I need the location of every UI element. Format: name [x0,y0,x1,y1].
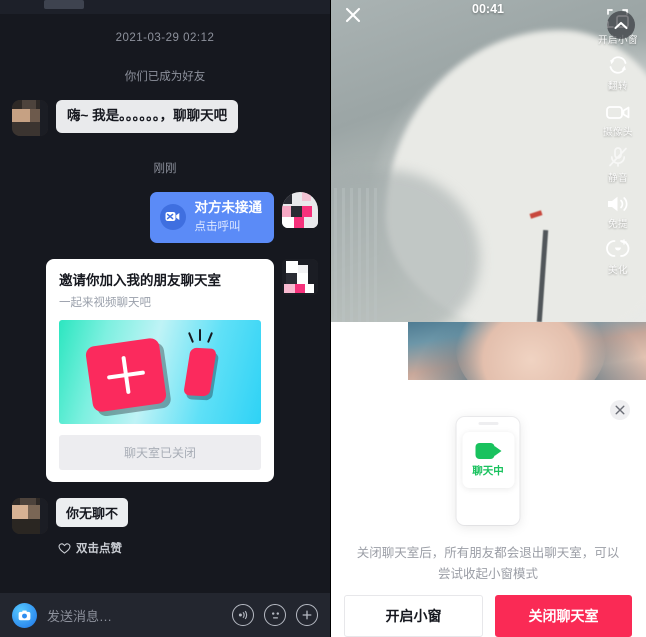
video-controls: 开启小窗 翻转 摄像头 静音 免提 美化 [592,0,644,276]
avatar[interactable] [12,100,48,136]
emoji-face-icon[interactable] [264,604,286,626]
call-bubble[interactable]: 对方未接通 点击呼叫 [149,192,274,243]
control-mute[interactable]: 静音 [592,142,644,184]
close-icon [615,405,625,415]
call-bubble-text: 对方未接通 点击呼叫 [195,200,263,234]
system-timestamp: 2021-03-29 02:12 [115,32,215,44]
chatting-label: 聊天中 [472,464,504,477]
message-row-call: 对方未接通 点击呼叫 [12,192,318,243]
chatting-badge: 聊天中 [462,432,514,488]
message-row-invite: 邀请你加入我的朋友聊天室 一起来视频聊天吧 聊天室已关闭 [12,258,318,483]
relative-timestamp: 刚刚 [153,163,177,175]
like-hint-label: 双击点赞 [76,543,122,556]
app-screen: 2021-03-29 02:12 你们已成为好友 嗨~ 我是。。。。。。，聊聊天… [0,0,646,637]
control-flip-camera[interactable]: 翻转 [592,50,644,92]
control-label: 美化 [607,265,628,276]
camera-video-icon [592,96,644,122]
panel-divider [330,0,331,637]
sheet-description: 关闭聊天室后，所有朋友都会退出聊天室，可以尝试收起小窗模式 [356,546,620,581]
beautify-icon [592,234,644,260]
video-call-off-icon [159,203,186,230]
speaker-icon [592,188,644,214]
mic-muted-icon [592,142,644,168]
call-subtitle: 点击呼叫 [194,220,241,233]
control-speaker[interactable]: 免提 [592,188,644,230]
camera-icon[interactable] [12,602,37,628]
message-row-reply: 你无聊不 [12,498,318,535]
open-pip-button[interactable]: 开启小窗 [344,595,483,637]
avatar[interactable] [282,258,318,295]
plus-card-icon [84,337,168,413]
control-beautify[interactable]: 美化 [592,234,644,276]
close-chatroom-sheet: 聊天中 关闭聊天室后，所有朋友都会退出聊天室，可以尝试收起小窗模式 开启小窗 关… [330,380,646,637]
heart-icon [58,543,71,554]
collapse-panel-button[interactable] [607,11,635,39]
chat-top-stub [0,0,330,14]
plus-icon[interactable] [296,604,318,626]
chat-message-list[interactable]: 2021-03-29 02:12 你们已成为好友 嗨~ 我是。。。。。。，聊聊天… [0,14,330,593]
avatar[interactable] [12,498,48,535]
control-camera[interactable]: 摄像头 [592,96,644,138]
chatroom-invite-card[interactable]: 邀请你加入我的朋友聊天室 一起来视频聊天吧 聊天室已关闭 [46,258,274,483]
message-input[interactable]: 发送消息… [47,606,222,625]
flip-camera-icon [592,50,644,76]
invite-title: 邀请你加入我的朋友聊天室 [59,272,221,288]
control-label: 摄像头 [602,127,633,138]
control-label: 静音 [607,173,628,184]
chat-panel: 2021-03-29 02:12 你们已成为好友 嗨~ 我是。。。。。。，聊聊天… [0,0,330,637]
voice-wave-icon[interactable] [232,604,254,626]
system-note: 你们已成为好友 [124,71,206,83]
video-camera-icon [475,442,501,459]
call-title: 对方未接通 [194,200,263,215]
phone-notch [478,422,498,425]
chat-input-bar: 发送消息… [0,593,330,637]
chevron-up-icon [614,21,628,29]
double-tap-like-hint[interactable]: 双击点赞 [58,540,318,556]
card-fragment-shape [183,347,217,397]
invite-status: 聊天室已关闭 [59,435,261,471]
sheet-actions: 开启小窗 关闭聊天室 [330,595,646,637]
video-call-panel: 00:41 开启小窗 翻转 摄像头 静音 免提 美化 聊天中 关闭聊天室后，所有… [330,0,646,637]
message-bubble[interactable]: 嗨~ 我是。。。。。。，聊聊天吧 [56,100,239,133]
sheet-close-button[interactable] [610,400,630,420]
control-label: 免提 [607,219,628,230]
message-row-incoming: 嗨~ 我是。。。。。。，聊聊天吧 [12,100,318,136]
phone-illustration: 聊天中 [456,417,520,525]
invite-artwork [59,320,261,425]
control-label: 翻转 [607,81,628,92]
avatar[interactable] [282,192,318,228]
invite-subtitle: 一起来视频聊天吧 [59,297,151,310]
top-stub-pill [44,0,84,9]
message-bubble[interactable]: 你无聊不 [56,498,129,528]
close-chatroom-button[interactable]: 关闭聊天室 [495,595,632,637]
